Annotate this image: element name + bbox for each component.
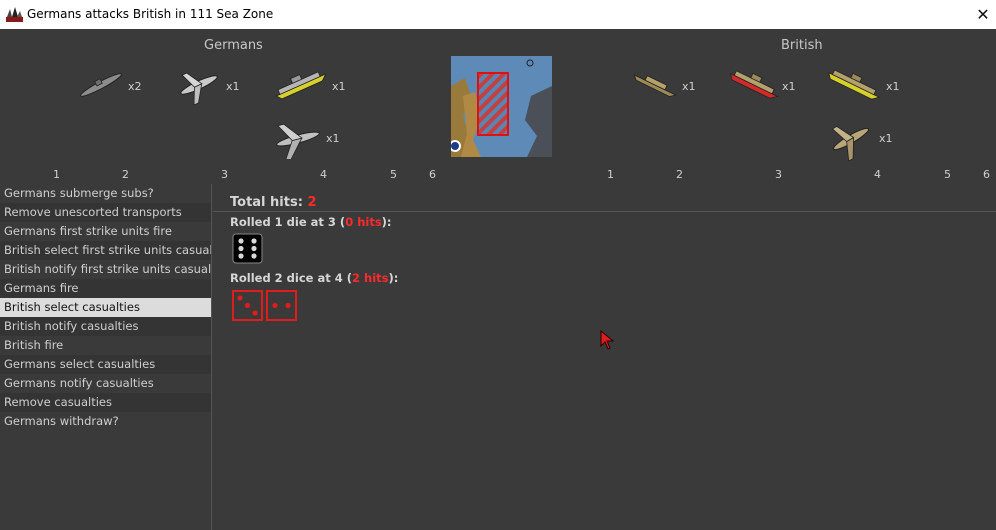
defender-column-2: 2 — [676, 168, 683, 181]
battleship-icon — [275, 71, 327, 100]
unit-count: x1 — [879, 132, 893, 145]
submarine-icon — [80, 73, 122, 97]
title-bar: Germans attacks British in 111 Sea Zone … — [0, 0, 996, 29]
step-item[interactable]: Remove casualties — [0, 393, 211, 412]
step-item[interactable]: British notify first strike units casual… — [0, 260, 211, 279]
roll-hits: 0 hits — [345, 215, 382, 229]
attacker-fighter-unit: x1 — [174, 65, 240, 105]
battle-units-panel: Germans British x2 x1 x1 x1 x1 x1 x1 x1 … — [0, 29, 996, 184]
defender-damaged-battleship-unit: x1 — [726, 65, 796, 105]
die-three-hit-icon — [232, 290, 263, 325]
unit-count: x2 — [128, 80, 142, 93]
attacker-name: Germans — [204, 38, 263, 53]
unit-count: x1 — [682, 80, 696, 93]
attacker-column-3: 3 — [221, 168, 228, 181]
unit-count: x1 — [226, 80, 240, 93]
attacker-column-5: 5 — [390, 168, 397, 181]
step-item-selected[interactable]: British select casualties — [0, 298, 211, 317]
dice-results-panel: Total hits: 2 Rolled 1 die at 3 (0 hits)… — [213, 184, 996, 530]
defender-name: British — [781, 38, 823, 53]
battleship-icon — [828, 69, 881, 100]
unit-count: x1 — [326, 132, 340, 145]
defender-column-4: 4 — [874, 168, 881, 181]
battle-steps-list: Germans submerge subs? Remove unescorted… — [0, 184, 212, 530]
damaged-battleship-icon — [730, 70, 779, 99]
step-item[interactable]: Germans notify casualties — [0, 374, 211, 393]
roll-line-1: Rolled 1 die at 3 (0 hits): — [230, 215, 392, 229]
total-hits: Total hits: 2 — [230, 195, 316, 210]
close-button[interactable]: ✕ — [970, 0, 996, 29]
destroyer-icon — [633, 74, 677, 97]
defender-column-6: 6 — [983, 168, 990, 181]
attacker-column-1: 1 — [53, 168, 60, 181]
window-title: Germans attacks British in 111 Sea Zone — [27, 7, 274, 21]
bomber-plane-icon — [276, 123, 320, 159]
attacker-column-6: 6 — [429, 168, 436, 181]
step-item[interactable]: Germans fire — [0, 279, 211, 298]
step-item[interactable]: Germans withdraw? — [0, 412, 211, 431]
roll-line-2: Rolled 2 dice at 4 (2 hits): — [230, 271, 398, 285]
die-six-icon — [232, 233, 263, 268]
mouse-cursor-icon — [600, 329, 615, 354]
defender-column-5: 5 — [944, 168, 951, 181]
roll-text: Rolled 2 dice at 4 ( — [230, 271, 352, 285]
roll-text: Rolled 1 die at 3 ( — [230, 215, 346, 229]
defender-destroyer-unit: x1 — [630, 65, 696, 105]
defender-column-3: 3 — [775, 168, 782, 181]
step-item[interactable]: Germans submerge subs? — [0, 184, 211, 203]
step-item[interactable]: Germans first strike units fire — [0, 222, 211, 241]
attacker-column-4: 4 — [320, 168, 327, 181]
die-two-hit-icon — [266, 290, 297, 325]
total-hits-label: Total hits: — [230, 195, 303, 210]
fighter-plane-icon — [180, 72, 218, 105]
step-item[interactable]: British fire — [0, 336, 211, 355]
divider — [213, 211, 996, 212]
attacker-column-2: 2 — [122, 168, 129, 181]
attacker-submarine-unit: x2 — [76, 65, 142, 105]
total-hits-value: 2 — [307, 195, 317, 210]
fighter-plane-icon — [831, 125, 869, 161]
unit-count: x1 — [886, 80, 900, 93]
step-item[interactable]: Germans select casualties — [0, 355, 211, 374]
roll-text: ): — [388, 271, 399, 285]
step-item[interactable]: British notify casualties — [0, 317, 211, 336]
step-item[interactable]: British select first strike units casual… — [0, 241, 211, 260]
unit-count: x1 — [332, 80, 346, 93]
attacker-battleship-unit: x1 — [272, 65, 346, 105]
roll-text: ): — [381, 215, 392, 229]
defender-fighter-unit: x1 — [826, 117, 893, 161]
attacker-bomber-unit: x1 — [272, 119, 340, 159]
step-item[interactable]: Remove unescorted transports — [0, 203, 211, 222]
sea-zone-map — [449, 56, 552, 157]
app-icon — [6, 6, 23, 22]
roll-hits: 2 hits — [352, 271, 389, 285]
defender-battleship-unit: x1 — [824, 65, 900, 105]
unit-count: x1 — [782, 80, 796, 93]
defender-column-1: 1 — [607, 168, 614, 181]
